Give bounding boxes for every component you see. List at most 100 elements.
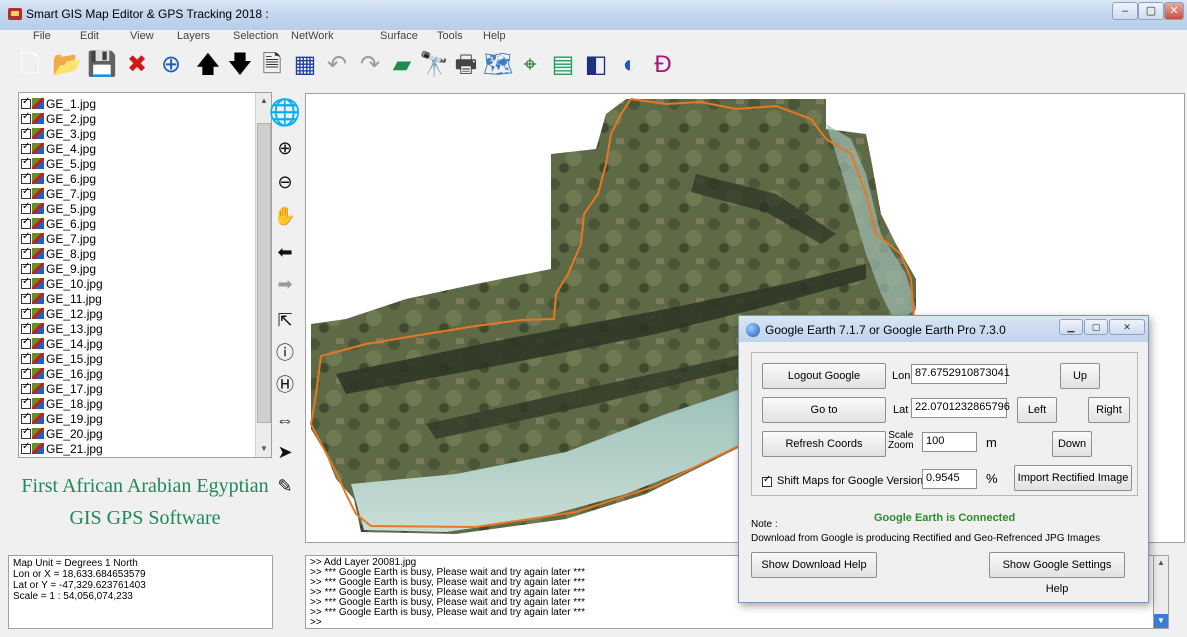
layer-visibility-checkbox[interactable] xyxy=(21,351,31,364)
menu-network[interactable]: NetWork xyxy=(291,30,334,42)
menu-help[interactable]: Help xyxy=(483,30,506,42)
dialog-minimize-button[interactable]: ▁ xyxy=(1059,319,1083,335)
save-button[interactable]: 💾 xyxy=(86,46,118,84)
layer-visibility-checkbox[interactable] xyxy=(21,246,31,259)
layer-item[interactable]: GE_16.jpg xyxy=(21,366,103,381)
layer-item[interactable]: GE_20.jpg xyxy=(21,426,103,441)
minimize-button[interactable]: – xyxy=(1112,2,1138,20)
add-button[interactable]: ⊕ xyxy=(155,46,187,84)
layer-visibility-checkbox[interactable] xyxy=(21,171,31,184)
3d-view-button[interactable]: Ɖ xyxy=(647,46,679,84)
dialog-close-button[interactable]: ✕ xyxy=(1109,319,1145,335)
logout-google-button[interactable]: Logout Google xyxy=(762,363,886,389)
new-file-button[interactable]: 🗋 xyxy=(14,46,46,84)
delete-button[interactable]: ✖ xyxy=(121,46,153,84)
shift-input[interactable]: 0.9545 xyxy=(922,469,977,489)
layer-item[interactable]: GE_21.jpg xyxy=(21,441,103,456)
left-button[interactable]: Left xyxy=(1017,397,1057,423)
move-up-button[interactable]: 🡅 xyxy=(192,46,224,84)
move-down-button[interactable]: 🡇 xyxy=(224,46,256,84)
draw-tool-button[interactable]: ✎ xyxy=(268,469,302,503)
zoom-in-tool-button[interactable]: ⊕ xyxy=(268,131,302,165)
layer-visibility-checkbox[interactable] xyxy=(21,201,31,214)
layer-item[interactable]: GE_12.jpg xyxy=(21,306,103,321)
layer-item[interactable]: GE_15.jpg xyxy=(21,351,103,366)
menu-selection[interactable]: Selection xyxy=(233,30,278,42)
layer-visibility-checkbox[interactable] xyxy=(21,426,31,439)
layer-item[interactable]: GE_14.jpg xyxy=(21,336,103,351)
export-button[interactable]: 🗺 xyxy=(482,46,514,84)
layer-visibility-checkbox[interactable] xyxy=(21,381,31,394)
menu-file[interactable]: File xyxy=(33,30,51,42)
find-button[interactable]: 🔭 xyxy=(418,46,450,84)
layer-item[interactable]: 20161.jpg xyxy=(21,456,99,458)
properties-button[interactable]: 🗎 xyxy=(256,46,288,84)
layer-item[interactable]: GE_6.jpg xyxy=(21,216,96,231)
layer-item[interactable]: GE_8.jpg xyxy=(21,246,96,261)
up-button[interactable]: Up xyxy=(1060,363,1100,389)
layer-visibility-checkbox[interactable] xyxy=(21,126,31,139)
layer-item[interactable]: GE_6.jpg xyxy=(21,171,96,186)
layer-item[interactable]: GE_19.jpg xyxy=(21,411,103,426)
layer-visibility-checkbox[interactable] xyxy=(21,111,31,124)
layer-item[interactable]: GE_4.jpg xyxy=(21,141,96,156)
eraser-button[interactable]: ▰ xyxy=(386,46,418,84)
table-button[interactable]: ▦ xyxy=(289,46,321,84)
pointer-tool-button[interactable]: ➤ xyxy=(268,435,302,469)
log-scrollbar[interactable]: ▲ ▼ xyxy=(1153,555,1169,629)
layer-visibility-checkbox[interactable] xyxy=(21,411,31,424)
layer-visibility-checkbox[interactable] xyxy=(21,261,31,274)
show-download-help-button[interactable]: Show Download Help xyxy=(751,552,877,578)
layer-visibility-checkbox[interactable] xyxy=(21,396,31,409)
menu-tools[interactable]: Tools xyxy=(437,30,463,42)
shift-maps-checkbox[interactable] xyxy=(762,474,772,487)
gps-button[interactable]: ⌖ xyxy=(514,46,546,84)
layer-item[interactable]: GE_7.jpg xyxy=(21,231,96,246)
calculator-button[interactable]: ▤ xyxy=(547,46,579,84)
layer-visibility-checkbox[interactable] xyxy=(21,96,31,109)
hyperlink-tool-button[interactable]: Ⓗ xyxy=(268,367,302,401)
forward-tool-button[interactable]: ➡ xyxy=(268,267,302,301)
layer-visibility-checkbox[interactable] xyxy=(21,141,31,154)
layer-visibility-checkbox[interactable] xyxy=(21,276,31,289)
layer-visibility-checkbox[interactable] xyxy=(21,366,31,379)
layer-item[interactable]: GE_10.jpg xyxy=(21,276,103,291)
lon-input[interactable]: 87.6752910873041 xyxy=(911,364,1010,384)
satellite-button[interactable]: ◧ xyxy=(580,46,612,84)
layer-visibility-checkbox[interactable] xyxy=(21,231,31,244)
down-button[interactable]: Down xyxy=(1052,431,1092,457)
layer-item[interactable]: GE_13.jpg xyxy=(21,321,103,336)
zoom-out-tool-button[interactable]: ⊖ xyxy=(268,165,302,199)
close-button[interactable]: ✕ xyxy=(1164,2,1184,20)
print-button[interactable]: 🖶 xyxy=(450,46,482,84)
redo-button[interactable]: ↷ xyxy=(354,46,386,84)
menu-edit[interactable]: Edit xyxy=(80,30,99,42)
layer-item[interactable]: GE_5.jpg xyxy=(21,156,96,171)
layer-visibility-checkbox[interactable] xyxy=(21,441,31,454)
layer-item[interactable]: GE_1.jpg xyxy=(21,96,96,111)
layer-visibility-checkbox[interactable] xyxy=(21,186,31,199)
maximize-button[interactable]: ▢ xyxy=(1138,2,1164,20)
layer-item[interactable]: GE_17.jpg xyxy=(21,381,103,396)
undo-button[interactable]: ↶ xyxy=(321,46,353,84)
layer-item[interactable]: GE_9.jpg xyxy=(21,261,96,276)
globe-tool-button[interactable]: 🌐 xyxy=(268,95,302,129)
layer-item[interactable]: GE_7.jpg xyxy=(21,186,96,201)
dialog-maximize-button[interactable]: ▢ xyxy=(1084,319,1108,335)
log-scroll-up-icon[interactable]: ▲ xyxy=(1154,556,1168,570)
scale-input[interactable]: 100 xyxy=(922,432,977,452)
pan-tool-button[interactable]: ✋ xyxy=(268,199,302,233)
layer-item[interactable]: GE_3.jpg xyxy=(21,126,96,141)
layer-item[interactable]: GE_5.jpg xyxy=(21,201,96,216)
layer-item[interactable]: GE_2.jpg xyxy=(21,111,96,126)
layer-visibility-checkbox[interactable] xyxy=(21,216,31,229)
lat-input[interactable]: 22.0701232865796 xyxy=(911,398,1010,418)
log-scroll-down-icon[interactable]: ▼ xyxy=(1154,614,1168,628)
layer-visibility-checkbox[interactable] xyxy=(21,336,31,349)
menu-surface[interactable]: Surface xyxy=(380,30,418,42)
back-tool-button[interactable]: ⬅ xyxy=(268,235,302,269)
select-tool-button[interactable]: ⇱ xyxy=(268,303,302,337)
show-google-settings-help-button[interactable]: Show Google Settings Help xyxy=(989,552,1125,595)
layer-visibility-checkbox[interactable] xyxy=(21,291,31,304)
identify-tool-button[interactable]: ⓘ xyxy=(268,335,302,369)
